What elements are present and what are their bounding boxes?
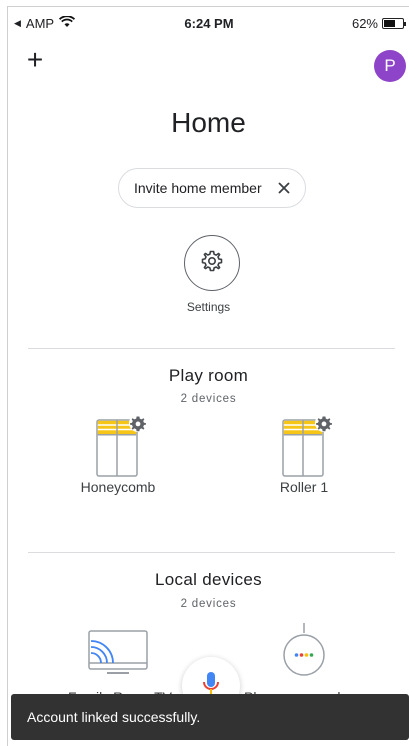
- invite-chip-label: Invite home member: [134, 180, 262, 196]
- device-honeycomb[interactable]: Honeycomb: [48, 414, 188, 495]
- device-family-room-tv[interactable]: [48, 625, 188, 677]
- blinds-settings-icon: [96, 414, 147, 477]
- device-roller-1[interactable]: Roller 1: [234, 414, 374, 495]
- snackbar: Account linked successfully.: [11, 694, 409, 740]
- section-title-local-devices: Local devices: [155, 570, 262, 589]
- snackbar-message: Account linked successfully.: [27, 709, 201, 725]
- divider: [28, 348, 395, 349]
- section-subtitle-play-room: 2 devices: [180, 393, 237, 405]
- battery-percent: 62%: [351, 16, 378, 31]
- divider: [28, 552, 395, 553]
- device-label: Roller 1: [279, 479, 329, 495]
- invite-home-member-chip[interactable]: Invite home member: [118, 168, 306, 208]
- page-title: Home: [171, 107, 246, 138]
- gear-icon: [200, 249, 224, 278]
- battery-fill: [384, 20, 396, 27]
- status-bar: ◀ AMP 6:24 PM 62%: [8, 7, 409, 41]
- section-subtitle-local-devices: 2 devices: [180, 598, 237, 610]
- device-playroom-speaker[interactable]: [234, 621, 374, 677]
- app-frame: ◀ AMP 6:24 PM 62% + P Home Invite home m…: [7, 6, 409, 746]
- section-title-play-room: Play room: [168, 366, 249, 385]
- add-button[interactable]: +: [22, 46, 48, 75]
- device-label: Honeycomb: [80, 479, 156, 495]
- close-icon[interactable]: [273, 177, 295, 199]
- cast-tv-icon: [87, 625, 149, 677]
- status-time: 6:24 PM: [184, 16, 234, 31]
- smart-speaker-icon: [280, 621, 328, 677]
- avatar[interactable]: P: [374, 50, 406, 82]
- battery-icon: [382, 18, 406, 29]
- settings-label: Settings: [186, 300, 231, 314]
- blinds-settings-icon: [282, 414, 333, 477]
- status-right: 62%: [351, 16, 406, 31]
- settings-button[interactable]: [184, 235, 240, 291]
